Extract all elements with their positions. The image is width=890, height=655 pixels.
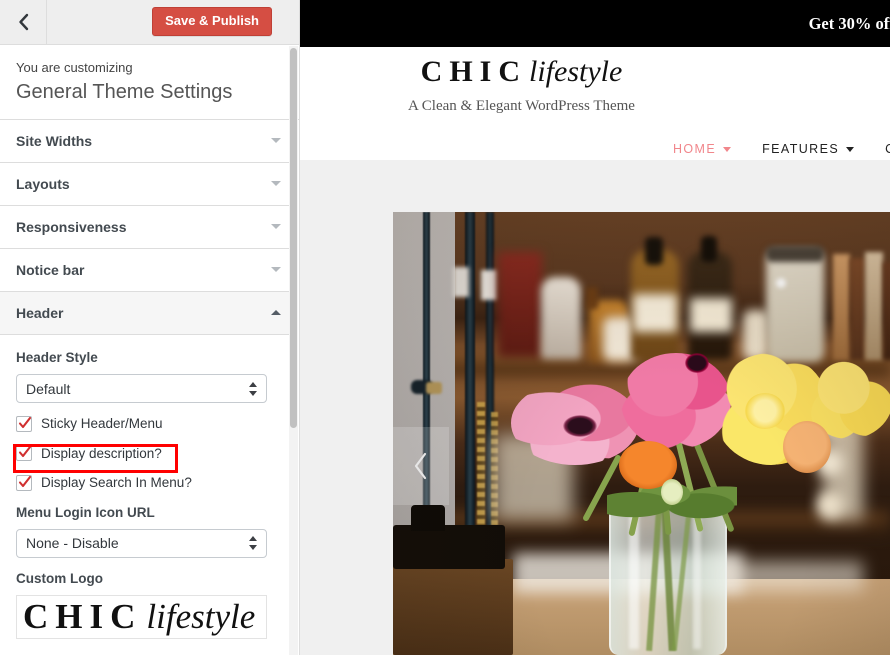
nav-item-ca[interactable]: CA	[885, 142, 890, 156]
chevron-down-icon	[846, 146, 855, 152]
section-label: Notice bar	[16, 262, 85, 279]
chevron-down-icon	[269, 135, 281, 147]
customizer-sidebar: Save & Publish You are customizing Gener…	[0, 0, 300, 655]
customizer-screen: Save & Publish You are customizing Gener…	[0, 0, 890, 655]
section-label: Header	[16, 305, 64, 322]
checkbox-display-search-in-menu[interactable]: Display Search In Menu?	[16, 474, 281, 492]
section-label: Responsiveness	[16, 219, 127, 236]
checkbox-sticky-header-menu[interactable]: Sticky Header/Menu	[16, 415, 281, 433]
panel-title: General Theme Settings	[16, 81, 233, 104]
sidebar-scrollbar[interactable]	[289, 46, 298, 655]
chevron-up-icon	[269, 307, 281, 319]
nav-item-label: FEATURES	[762, 142, 840, 156]
site-logo: CHIClifestyle	[399, 57, 644, 87]
chevron-down-icon	[723, 146, 732, 152]
section-label: Site Widths	[16, 133, 93, 150]
slider-prev-button[interactable]	[393, 427, 449, 505]
notice-bar: Get 30% off our store w	[300, 0, 890, 47]
custom-logo-primary-text: CHIC	[23, 596, 143, 636]
section-list: Site Widths Layouts Responsiveness Notic…	[0, 120, 297, 639]
chevron-down-icon	[269, 264, 281, 276]
customizing-label: You are customizing	[16, 60, 133, 75]
chevron-left-icon	[16, 13, 30, 31]
checkbox-box[interactable]	[16, 445, 32, 462]
save-and-publish-button[interactable]: Save & Publish	[152, 7, 272, 37]
nav-item-label: HOME	[673, 142, 717, 156]
checkbox-box[interactable]	[16, 474, 32, 491]
site-logo-secondary-text: lifestyle	[529, 55, 623, 88]
site-description: A Clean & Elegant WordPress Theme	[408, 98, 635, 114]
menu-login-icon-url-value[interactable]: None - Disable	[16, 528, 267, 558]
section-notice-bar[interactable]: Notice bar	[0, 249, 297, 293]
checkbox-label: Sticky Header/Menu	[41, 416, 163, 432]
chevron-left-icon	[411, 451, 431, 481]
custom-logo-preview[interactable]: CHIC lifestyle	[16, 594, 267, 639]
menu-login-icon-url-label: Menu Login Icon URL	[16, 504, 155, 520]
header-style-value[interactable]: Default	[16, 374, 267, 404]
site-logo-primary-text: CHIC	[420, 55, 528, 88]
primary-navigation: HOME FEATURES CA	[673, 142, 890, 156]
custom-logo-secondary-text: lifestyle	[146, 596, 256, 636]
header-section-body: Header Style Default Sticky Header/Menu	[0, 335, 297, 639]
nav-item-label: CA	[885, 142, 890, 156]
customizer-toolbar: Save & Publish	[0, 0, 299, 45]
checkbox-label: Display Search In Menu?	[41, 475, 192, 491]
site-preview: Get 30% off our store w CHIClifestyle A …	[300, 0, 890, 655]
custom-logo-label: Custom Logo	[16, 570, 103, 586]
back-button[interactable]	[0, 0, 47, 45]
header-style-label: Header Style	[16, 350, 98, 366]
header-style-select[interactable]: Default	[16, 374, 267, 404]
nav-item-home[interactable]: HOME	[673, 142, 732, 156]
site-header: CHIClifestyle A Clean & Elegant WordPres…	[300, 47, 890, 160]
customizer-info: You are customizing General Theme Settin…	[0, 45, 299, 121]
nav-item-features[interactable]: FEATURES	[762, 142, 855, 156]
slider-stage	[300, 160, 890, 655]
site-branding[interactable]: CHIClifestyle A Clean & Elegant WordPres…	[399, 57, 644, 115]
checkbox-box[interactable]	[16, 415, 32, 432]
section-site-widths[interactable]: Site Widths	[0, 120, 297, 164]
section-label: Layouts	[16, 176, 70, 193]
section-responsiveness[interactable]: Responsiveness	[0, 206, 297, 250]
menu-login-icon-url-select[interactable]: None - Disable	[16, 528, 267, 558]
chevron-down-icon	[269, 178, 281, 190]
sidebar-scrollbar-thumb[interactable]	[290, 48, 297, 428]
hero-slider	[393, 212, 890, 655]
checkbox-display-description[interactable]: Display description?	[16, 445, 281, 463]
checkbox-label: Display description?	[41, 445, 162, 461]
chevron-down-icon	[269, 221, 281, 233]
section-header[interactable]: Header	[0, 292, 297, 336]
slider-image	[393, 212, 890, 655]
notice-bar-text: Get 30% off our store w	[808, 13, 890, 33]
section-layouts[interactable]: Layouts	[0, 163, 297, 207]
